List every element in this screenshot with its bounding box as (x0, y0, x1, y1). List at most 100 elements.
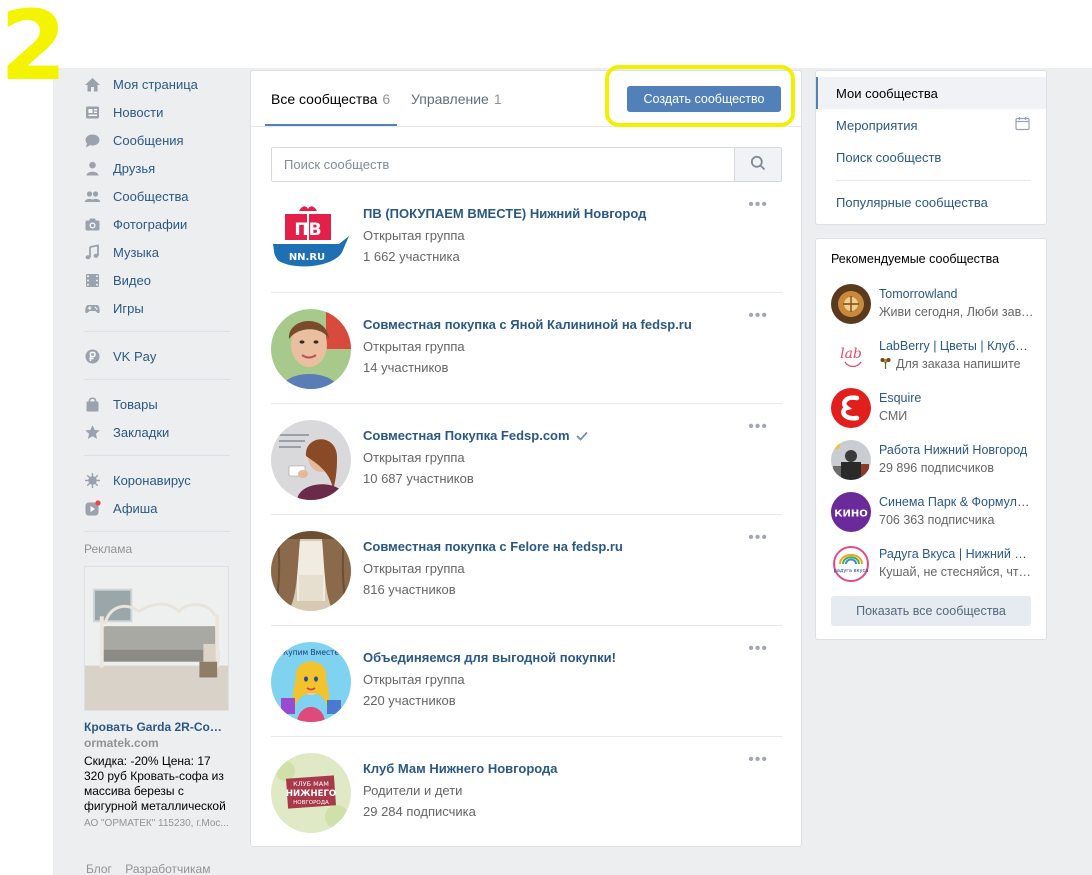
tab-management[interactable]: Управление 1 (411, 91, 502, 107)
nav-vkpay[interactable]: VK Pay (84, 342, 234, 370)
recommended-item[interactable]: lab LabBerry | Цветы | Клубника Для зака… (831, 336, 1036, 378)
menu-search-communities[interactable]: Поиск сообществ (836, 150, 941, 165)
community-type: Открытая группа (363, 561, 465, 576)
nav-label: Сообщения (113, 132, 184, 148)
nav-goods[interactable]: Товары (84, 390, 234, 418)
nav-afisha[interactable]: Афиша (84, 494, 234, 522)
nav-label: Друзья (113, 160, 156, 176)
show-all-communities-button[interactable]: Показать все сообщества (831, 596, 1031, 626)
friends-icon (84, 160, 101, 177)
more-actions-icon[interactable]: ••• (748, 640, 768, 658)
verified-check-icon (575, 429, 588, 444)
community-avatar[interactable]: ПВ NN.RU (271, 198, 351, 278)
menu-popular-communities[interactable]: Популярные сообщества (836, 195, 988, 210)
community-name-link[interactable]: Esquire (879, 391, 1034, 405)
more-actions-icon[interactable]: ••• (748, 529, 768, 547)
community-avatar[interactable]: Купим Вместе (271, 642, 351, 722)
recommended-communities: Рекомендуемые сообщества Tomorrowland Жи… (815, 238, 1047, 640)
footer-blog-link[interactable]: Блог (86, 862, 112, 875)
tabs-bar: Все сообщества 6 Управление 1 Создать сооб… (251, 65, 801, 127)
nav-divider (84, 331, 230, 332)
recommended-item[interactable]: Esquire СМИ (831, 388, 1036, 430)
more-actions-icon[interactable]: ••• (748, 307, 768, 325)
communities-panel: Все сообщества 6 Управление 1 Создать сооб… (250, 65, 802, 848)
nav-label: Моя страница (113, 76, 198, 92)
communities-list: ПВ NN.RU ПВ (ПОКУПАЕМ ВМЕСТЕ) Нижний Нов… (271, 182, 782, 848)
messages-icon (84, 132, 101, 149)
svg-text:NN.RU: NN.RU (289, 252, 325, 263)
community-name-link[interactable]: LabBerry | Цветы | Клубника (879, 339, 1034, 353)
nav-games[interactable]: Игры (84, 294, 234, 322)
more-actions-icon[interactable]: ••• (748, 196, 768, 214)
community-type: Открытая группа (363, 672, 465, 687)
svg-text:КЛУБ МАМ: КЛУБ МАМ (293, 780, 329, 788)
nav-my-page[interactable]: Моя страница (84, 70, 234, 98)
more-actions-icon[interactable]: ••• (748, 418, 768, 436)
nav-video[interactable]: Видео (84, 266, 234, 294)
community-desc: Кушай, не стесняйся, чтобы (879, 565, 1034, 579)
community-name-link[interactable]: Tomorrowland (879, 287, 1034, 301)
nav-bookmarks[interactable]: Закладки (84, 418, 234, 446)
svg-text:радуга вкуса: радуга вкуса (834, 568, 869, 574)
nav-label: Коронавирус (113, 472, 191, 488)
menu-my-communities[interactable]: Мои сообщества (836, 86, 938, 101)
community-name-link[interactable]: Синема Парк & Формула Кино (879, 495, 1034, 509)
community-avatar[interactable] (271, 309, 351, 389)
nav-communities[interactable]: Сообщества (84, 182, 234, 210)
more-actions-icon[interactable]: ••• (748, 751, 768, 769)
ad-image[interactable] (84, 566, 229, 711)
svg-text:lab: lab (840, 346, 862, 362)
recommended-item[interactable]: Работа Нижний Новгород 29 896 подписчико… (831, 440, 1036, 482)
nav-messages[interactable]: Сообщения (84, 126, 234, 154)
community-avatar[interactable]: lab (831, 336, 871, 376)
community-members: 29 284 подписчика (363, 804, 476, 819)
nav-friends[interactable]: Друзья (84, 154, 234, 182)
recommended-item[interactable]: КИНО Синема Парк & Формула Кино 706 363 … (831, 492, 1036, 534)
create-community-button[interactable]: Создать сообщество (627, 86, 781, 112)
community-name-link[interactable]: ПВ (ПОКУПАЕМ ВМЕСТЕ) Нижний Новгород (363, 206, 646, 221)
community-name-text: Совместная Покупка Fedsp.com (363, 428, 570, 443)
community-avatar[interactable]: КИНО (831, 492, 871, 532)
bag-icon (84, 396, 101, 413)
tab-label: Все сообщества (271, 91, 378, 107)
nav-coronavirus[interactable]: Коронавирус (84, 466, 234, 494)
recommended-item[interactable]: Tomorrowland Живи сегодня, Люби завтра (831, 284, 1036, 326)
community-avatar[interactable] (831, 440, 871, 480)
poster-icon (84, 499, 101, 517)
search-input[interactable] (272, 148, 734, 181)
community-avatar[interactable] (831, 284, 871, 324)
community-name-link[interactable]: Объединяемся для выгодной покупки! (363, 650, 616, 665)
community-avatar[interactable]: радуга вкуса (831, 544, 871, 584)
community-name-link[interactable]: Клуб Мам Нижнего Новгорода (363, 761, 558, 776)
nav-news[interactable]: Новости (84, 98, 234, 126)
home-icon (84, 76, 101, 93)
community-avatar[interactable] (271, 420, 351, 500)
community-name-link[interactable]: Работа Нижний Новгород (879, 443, 1034, 457)
flower-icon (879, 357, 892, 369)
tab-label: Управление (411, 91, 489, 107)
community-avatar[interactable] (831, 388, 871, 428)
community-avatar[interactable] (271, 531, 351, 611)
ad-title-link[interactable]: Кровать Garda 2R-Софа... (84, 720, 230, 734)
recommended-item[interactable]: радуга вкуса Радуга Вкуса | Нижний Новго… (831, 544, 1036, 586)
nav-photos[interactable]: Фотографии (84, 210, 234, 238)
community-name-link[interactable]: Совместная покупка с Яной Калининой на f… (363, 317, 692, 332)
tab-all-communities[interactable]: Все сообщества 6 (271, 91, 390, 107)
menu-events[interactable]: Мероприятия (836, 118, 918, 133)
svg-text:ПВ: ПВ (294, 220, 321, 240)
search-box (271, 147, 782, 182)
star-icon (84, 424, 101, 441)
recommended-title: Рекомендуемые сообщества (831, 252, 1000, 266)
nav-music[interactable]: Музыка (84, 238, 234, 266)
community-avatar[interactable]: КЛУБ МАМ НИЖНЕГО НОВГОРОДА (271, 753, 351, 833)
community-name-link[interactable]: Радуга Вкуса | Нижний Новгород (879, 547, 1034, 561)
right-menu: Мои сообщества Мероприятия Поиск сообщес… (815, 70, 1047, 225)
search-button[interactable] (734, 148, 781, 181)
community-desc: 29 896 подписчиков (879, 461, 995, 475)
footer-devs-link[interactable]: Разработчикам (125, 862, 210, 875)
community-name-link[interactable]: Совместная покупка с Felore на fedsp.ru (363, 539, 623, 554)
calendar-icon[interactable] (1015, 116, 1030, 134)
community-name-link[interactable]: Совместная Покупка Fedsp.com (363, 428, 588, 444)
ad-text: Скидка: -20% Цена: 17 320 руб Кровать-со… (84, 754, 226, 813)
news-icon (84, 104, 101, 121)
